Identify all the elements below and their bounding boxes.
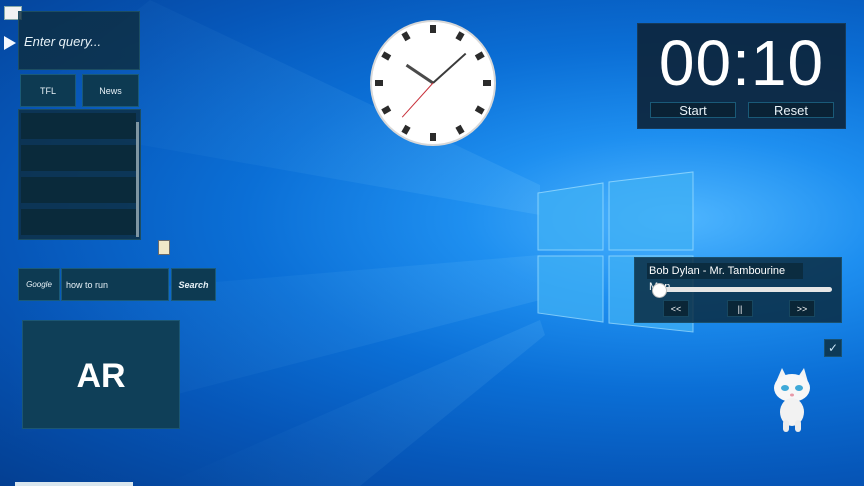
next-track-button[interactable]: >>	[789, 300, 815, 317]
clock-tick	[474, 105, 485, 115]
previous-track-button[interactable]: <<	[663, 300, 689, 317]
enable-checkbox[interactable]: ✓	[824, 339, 842, 357]
timer-display: 00:10	[658, 27, 825, 99]
clock-tick	[455, 124, 465, 135]
clock-tick	[401, 31, 411, 42]
checkmark-icon: ✓	[827, 341, 839, 355]
query-input[interactable]: Enter query...	[24, 34, 101, 49]
analog-clock	[370, 20, 496, 146]
taskbar-edge	[15, 482, 133, 486]
search-engine-selector[interactable]: Google	[18, 268, 60, 301]
timer-widget: 00:10 Start Reset	[637, 23, 846, 129]
ar-tile[interactable]: AR	[22, 320, 180, 429]
clock-tick	[474, 51, 485, 61]
track-progress-bar[interactable]	[653, 287, 832, 292]
clock-tick	[455, 31, 465, 42]
track-progress-handle[interactable]	[652, 283, 668, 298]
search-button[interactable]: Search	[171, 268, 216, 301]
clock-tick	[401, 124, 411, 135]
query-widget[interactable]: Enter query...	[18, 11, 140, 70]
list-item[interactable]	[21, 113, 136, 139]
music-player: Bob Dylan - Mr. Tambourine Man << || >>	[634, 257, 842, 323]
pause-button[interactable]: ||	[727, 300, 753, 317]
tfl-button[interactable]: TFL	[20, 74, 76, 107]
ar-label: AR	[76, 357, 126, 395]
file-icon[interactable]	[158, 240, 170, 255]
timer-reset-button[interactable]: Reset	[748, 102, 834, 118]
list-item[interactable]	[21, 145, 136, 171]
timer-start-button[interactable]: Start	[650, 102, 736, 118]
list-item[interactable]	[21, 209, 136, 235]
news-button[interactable]: News	[82, 74, 139, 107]
track-title: Bob Dylan - Mr. Tambourine Man	[647, 263, 803, 293]
results-list[interactable]	[18, 109, 141, 240]
search-input[interactable]: how to run	[61, 268, 169, 301]
clock-tick	[381, 51, 392, 61]
media-player-icon[interactable]	[4, 36, 16, 50]
list-item[interactable]	[21, 177, 136, 203]
clock-tick	[381, 105, 392, 115]
list-scrollbar[interactable]	[136, 122, 139, 237]
cat-avatar[interactable]	[764, 368, 820, 434]
